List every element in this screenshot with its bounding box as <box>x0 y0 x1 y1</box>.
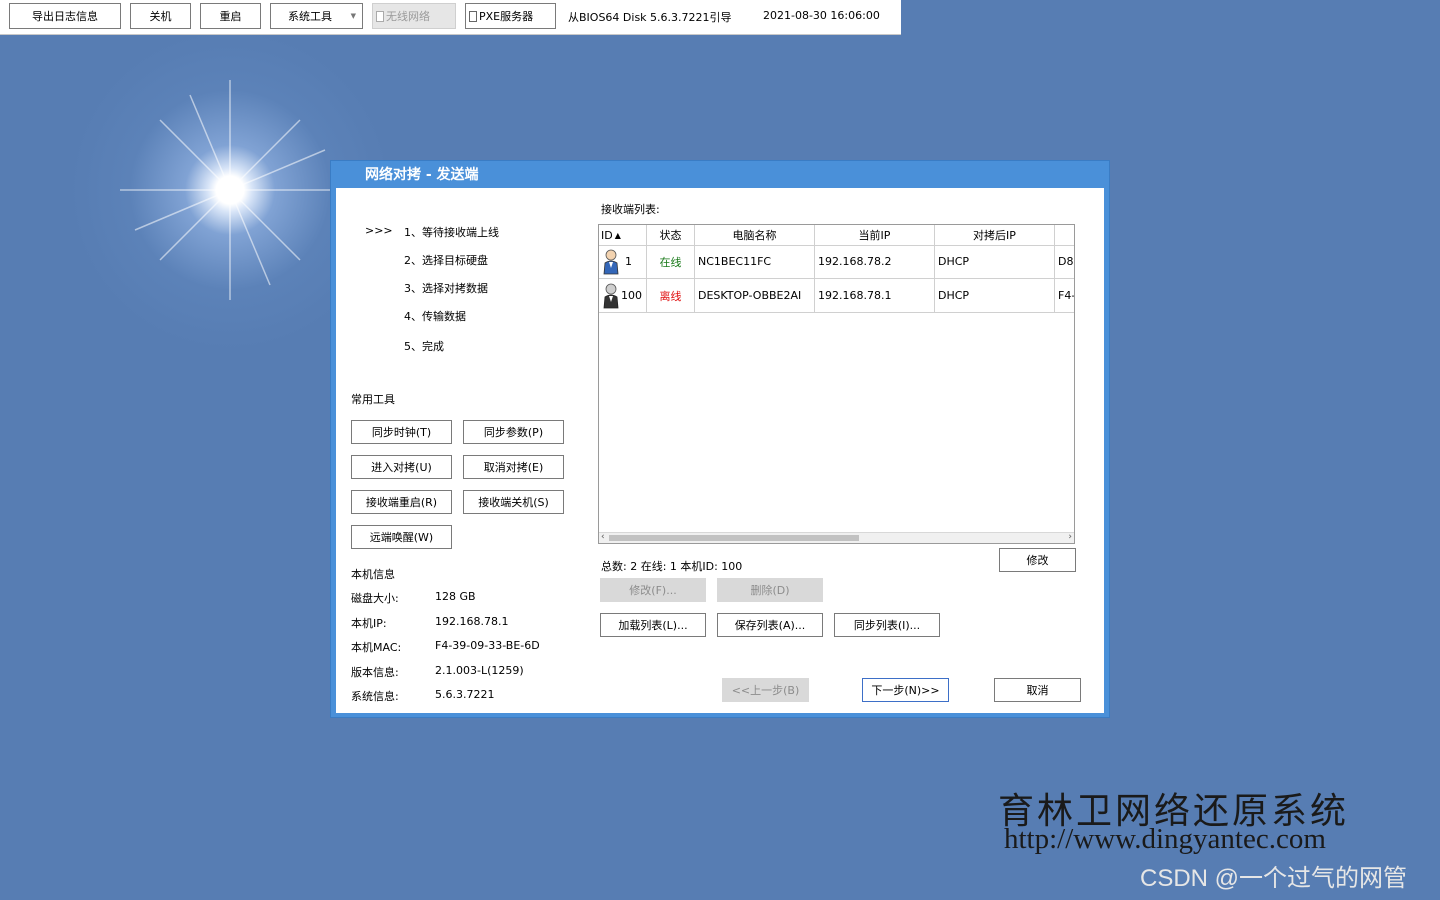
delete-button[interactable]: 删除(D) <box>717 578 823 602</box>
save-list-button[interactable]: 保存列表(A)... <box>717 613 823 637</box>
receiver-table[interactable]: ID ▲ 状态 电脑名称 当前IP 对拷后IP 1 在线 NC1BEC11FC … <box>598 224 1075 544</box>
row-id-cell: 1 <box>599 245 647 278</box>
sync-clock-button[interactable]: 同步时钟(T) <box>351 420 452 444</box>
column-header-status[interactable]: 状态 <box>647 225 695 245</box>
wireless-checkbox[interactable]: 无线网络 <box>372 3 456 29</box>
local-ip-value: 192.168.78.1 <box>435 615 509 628</box>
boot-info: 从BIOS64 Disk 5.6.3.7221引导 <box>568 11 732 24</box>
chevron-down-icon: ▼ <box>350 12 356 20</box>
export-log-button[interactable]: 导出日志信息 <box>9 3 121 29</box>
dialog-title: 网络对拷 - 发送端 <box>365 167 479 183</box>
local-info-title: 本机信息 <box>351 568 395 581</box>
shutdown-button[interactable]: 关机 <box>130 3 191 29</box>
local-ip-label: 本机IP: <box>351 617 387 630</box>
checkbox-icon <box>469 10 477 22</box>
row-status: 离线 <box>647 279 695 312</box>
row-id-cell: 100 <box>599 279 647 312</box>
prev-step-button[interactable]: <<上一步(B) <box>722 678 809 702</box>
sort-up-icon: ▲ <box>614 230 621 240</box>
step-2: 2、选择目标硬盘 <box>404 254 488 267</box>
enter-copy-button[interactable]: 进入对拷(U) <box>351 455 452 479</box>
tools-title: 常用工具 <box>351 393 395 406</box>
step-4: 4、传输数据 <box>404 310 466 323</box>
row-name: NC1BEC11FC <box>695 245 815 278</box>
table-row[interactable]: 100 离线 DESKTOP-OBBE2AI 192.168.78.1 DHCP… <box>599 279 1074 313</box>
dialog-body: >>> 1、等待接收端上线 2、选择目标硬盘 3、选择对拷数据 4、传输数据 5… <box>336 188 1104 713</box>
column-header-name[interactable]: 电脑名称 <box>695 225 815 245</box>
system-tools-label: 系统工具 <box>288 10 332 23</box>
current-step-marker: >>> <box>365 224 393 237</box>
row-ip: 192.168.78.1 <box>815 279 935 312</box>
system-info-value: 5.6.3.7221 <box>435 688 495 701</box>
row-after-ip: DHCP <box>935 245 1055 278</box>
receiver-restart-button[interactable]: 接收端重启(R) <box>351 490 452 514</box>
scroll-right-icon[interactable]: › <box>1068 532 1072 542</box>
table-summary: 总数: 2 在线: 1 本机ID: 100 <box>601 560 743 573</box>
horizontal-scrollbar[interactable]: ‹ › <box>599 532 1074 543</box>
table-row[interactable]: 1 在线 NC1BEC11FC 192.168.78.2 DHCP D8- <box>599 245 1074 279</box>
user-online-icon <box>603 249 619 274</box>
receiver-shutdown-button[interactable]: 接收端关机(S) <box>463 490 564 514</box>
brand-watermark-url: http://www.dingyantec.com <box>1004 823 1326 855</box>
sync-params-button[interactable]: 同步参数(P) <box>463 420 564 444</box>
disk-size-value: 128 GB <box>435 590 476 603</box>
pxe-server-label: PXE服务器 <box>479 10 534 23</box>
load-list-button[interactable]: 加载列表(L)... <box>600 613 706 637</box>
column-header-current-ip[interactable]: 当前IP <box>815 225 935 245</box>
cancel-button[interactable]: 取消 <box>994 678 1081 702</box>
step-1: 1、等待接收端上线 <box>404 226 499 239</box>
row-status: 在线 <box>647 245 695 278</box>
checkbox-icon <box>376 10 384 22</box>
top-toolbar: 导出日志信息 关机 重启 系统工具 ▼ 无线网络 PXE服务器 从BIOS64 … <box>0 0 901 35</box>
local-mac-value: F4-39-09-33-BE-6D <box>435 639 540 652</box>
row-after-ip: DHCP <box>935 279 1055 312</box>
network-copy-dialog: 网络对拷 - 发送端 >>> 1、等待接收端上线 2、选择目标硬盘 3、选择对拷… <box>330 160 1110 718</box>
column-header-id[interactable]: ID ▲ <box>599 225 647 245</box>
cancel-copy-button[interactable]: 取消对拷(E) <box>463 455 564 479</box>
column-header-extra[interactable] <box>1055 225 1074 245</box>
pxe-server-checkbox[interactable]: PXE服务器 <box>465 3 556 29</box>
local-mac-label: 本机MAC: <box>351 641 402 654</box>
row-name: DESKTOP-OBBE2AI <box>695 279 815 312</box>
disk-size-label: 磁盘大小: <box>351 592 399 605</box>
column-header-id-label: ID <box>601 228 613 242</box>
wireless-label: 无线网络 <box>386 10 430 23</box>
version-label: 版本信息: <box>351 666 399 679</box>
step-3: 3、选择对拷数据 <box>404 282 488 295</box>
row-id: 100 <box>621 289 642 302</box>
scrollbar-thumb[interactable] <box>609 535 859 541</box>
step-5: 5、完成 <box>404 340 444 353</box>
system-info-label: 系统信息: <box>351 690 399 703</box>
row-extra: F4- <box>1055 279 1074 312</box>
column-header-after-ip[interactable]: 对拷后IP <box>935 225 1055 245</box>
row-extra: D8- <box>1055 245 1074 278</box>
next-step-button[interactable]: 下一步(N)>> <box>862 678 949 702</box>
version-value: 2.1.003-L(1259) <box>435 664 524 677</box>
scroll-left-icon[interactable]: ‹ <box>601 532 605 542</box>
wake-remote-button[interactable]: 远端唤醒(W) <box>351 525 452 549</box>
edit-button[interactable]: 修改(F)... <box>600 578 706 602</box>
sync-list-button[interactable]: 同步列表(I)... <box>834 613 940 637</box>
receiver-list-title: 接收端列表: <box>601 203 660 216</box>
system-tools-dropdown[interactable]: 系统工具 ▼ <box>270 3 363 29</box>
restart-button[interactable]: 重启 <box>200 3 261 29</box>
datetime: 2021-08-30 16:06:00 <box>763 9 880 22</box>
user-offline-icon <box>603 283 619 308</box>
row-ip: 192.168.78.2 <box>815 245 935 278</box>
row-id: 1 <box>625 255 632 268</box>
csdn-watermark: CSDN @一个过气的网管 <box>1140 865 1408 892</box>
table-header: ID ▲ 状态 电脑名称 当前IP 对拷后IP <box>599 225 1074 246</box>
modify-button[interactable]: 修改 <box>999 548 1076 572</box>
